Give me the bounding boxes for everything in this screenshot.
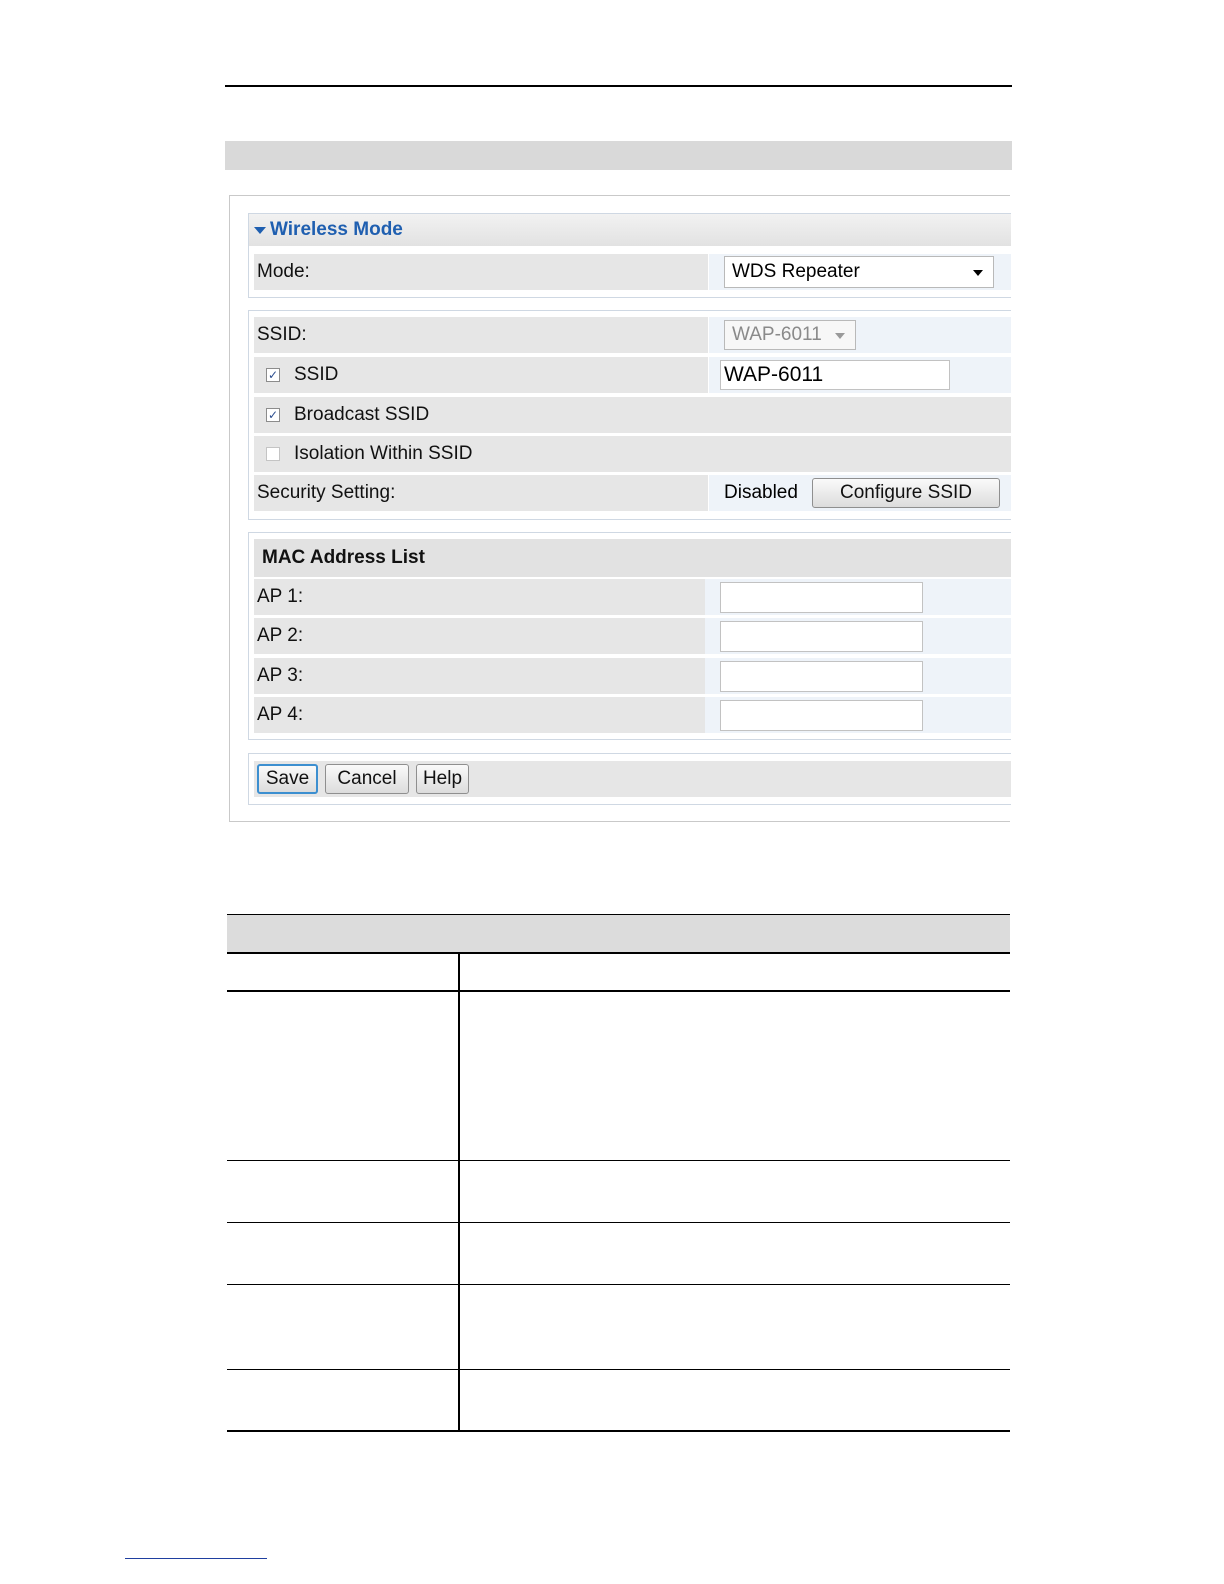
ap2-row: AP 2: bbox=[254, 618, 1011, 654]
table-rule bbox=[227, 1160, 1010, 1161]
ssid-select[interactable]: WAP-6011 bbox=[724, 320, 856, 350]
ap1-mac-input[interactable] bbox=[720, 582, 923, 613]
footnote-rule bbox=[125, 1558, 267, 1559]
isolation-checkbox[interactable] bbox=[266, 447, 280, 461]
security-label: Security Setting: bbox=[257, 482, 396, 503]
wireless-settings-screenshot: Wireless Mode Mode: WDS Repeater SSID: W… bbox=[229, 195, 1011, 822]
collapse-triangle-icon[interactable] bbox=[254, 226, 266, 234]
configure-ssid-button[interactable]: Configure SSID bbox=[812, 478, 1000, 508]
ap2-label: AP 2: bbox=[257, 625, 304, 646]
ap2-mac-input[interactable] bbox=[720, 621, 923, 652]
ssid-name-value: WAP-6011 bbox=[724, 363, 824, 386]
ssid-checkbox-label: SSID bbox=[294, 364, 339, 385]
ap1-label: AP 1: bbox=[257, 586, 304, 607]
wireless-mode-title: Wireless Mode bbox=[270, 219, 403, 240]
wireless-mode-header[interactable]: Wireless Mode bbox=[249, 214, 1011, 246]
ssid-name-input[interactable]: WAP-6011 bbox=[720, 360, 950, 390]
table-header-band bbox=[227, 914, 1010, 953]
help-button[interactable]: Help bbox=[416, 764, 469, 794]
mac-list-header: MAC Address List bbox=[254, 539, 1011, 577]
button-row: Save Cancel Help bbox=[254, 761, 1011, 797]
ssid-select-row: SSID: WAP-6011 bbox=[254, 317, 1011, 353]
security-row: Security Setting: Disabled Configure SSI… bbox=[254, 475, 1011, 511]
ssid-group: SSID: WAP-6011 ✓ SSID WAP-6011 ✓ Broadca… bbox=[248, 310, 1011, 520]
ap3-label: AP 3: bbox=[257, 665, 304, 686]
broadcast-ssid-row: ✓ Broadcast SSID bbox=[254, 397, 1011, 433]
ap3-row: AP 3: bbox=[254, 658, 1011, 694]
mode-select-value: WDS Repeater bbox=[732, 261, 860, 282]
cancel-button[interactable]: Cancel bbox=[325, 764, 409, 794]
table-rule bbox=[227, 1284, 1010, 1285]
dropdown-caret-icon bbox=[835, 333, 845, 339]
mode-select[interactable]: WDS Repeater bbox=[724, 256, 994, 288]
ap4-mac-input[interactable] bbox=[720, 700, 923, 731]
mode-label: Mode: bbox=[257, 261, 310, 282]
ap4-label: AP 4: bbox=[257, 704, 304, 725]
ssid-name-row: ✓ SSID WAP-6011 bbox=[254, 357, 1011, 393]
broadcast-ssid-label: Broadcast SSID bbox=[294, 404, 430, 425]
isolation-label: Isolation Within SSID bbox=[294, 443, 473, 464]
mac-address-group: MAC Address List AP 1: AP 2: AP 3: AP 4: bbox=[248, 532, 1011, 740]
button-group: Save Cancel Help bbox=[248, 753, 1011, 805]
ssid-checkbox[interactable]: ✓ bbox=[266, 368, 280, 382]
mac-list-title: MAC Address List bbox=[262, 547, 425, 568]
ap4-row: AP 4: bbox=[254, 697, 1011, 733]
security-value: Disabled bbox=[724, 482, 798, 503]
ssid-select-value: WAP-6011 bbox=[732, 324, 822, 345]
table-rule bbox=[227, 990, 1010, 992]
isolation-row: Isolation Within SSID bbox=[254, 436, 1011, 472]
broadcast-ssid-checkbox[interactable]: ✓ bbox=[266, 408, 280, 422]
ap3-mac-input[interactable] bbox=[720, 661, 923, 692]
header-rule bbox=[225, 85, 1012, 87]
dropdown-caret-icon bbox=[973, 270, 983, 276]
ap1-row: AP 1: bbox=[254, 579, 1011, 615]
table-rule bbox=[227, 1430, 1010, 1432]
wireless-mode-group: Wireless Mode Mode: WDS Repeater bbox=[248, 213, 1011, 298]
figure-caption-band bbox=[225, 141, 1012, 170]
table-rule bbox=[227, 1222, 1010, 1223]
table-rule bbox=[227, 1369, 1010, 1370]
save-button[interactable]: Save bbox=[257, 764, 318, 794]
ssid-label: SSID: bbox=[257, 324, 307, 345]
mode-row: Mode: WDS Repeater bbox=[254, 254, 1011, 290]
table-column-divider bbox=[458, 952, 460, 1432]
table-rule bbox=[227, 952, 1010, 954]
